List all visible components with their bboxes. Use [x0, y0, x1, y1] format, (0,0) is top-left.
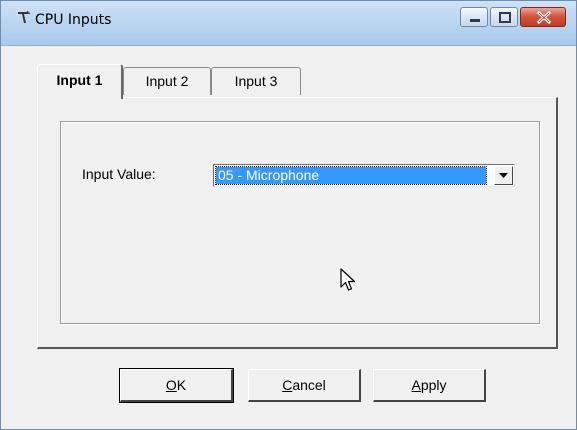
tab-input-2[interactable]: Input 2	[123, 67, 211, 95]
ok-accel: O	[165, 377, 177, 393]
cpu-inputs-dialog: CPU Inputs Input 1 Input 2 Input 3 Input…	[0, 0, 577, 430]
chevron-down-icon	[499, 173, 508, 178]
cancel-accel: C	[282, 377, 293, 393]
close-button[interactable]	[520, 7, 566, 27]
tab-input-1[interactable]: Input 1	[37, 64, 123, 99]
input-value-dropdown[interactable]: 05 - Microphone	[213, 164, 515, 187]
close-icon	[536, 10, 552, 25]
apply-label-rest: pply	[420, 377, 447, 393]
window-title: CPU Inputs	[35, 12, 112, 28]
mouse-cursor-icon	[340, 268, 356, 291]
apply-accel: A	[411, 377, 421, 393]
cancel-button[interactable]: Cancel	[248, 369, 361, 402]
cancel-label-rest: ancel	[292, 377, 326, 393]
ok-button[interactable]: OK	[119, 368, 234, 403]
input-value-selected: 05 - Microphone	[215, 166, 487, 185]
tab-input-3[interactable]: Input 3	[211, 67, 301, 95]
ok-label-rest: K	[176, 377, 187, 393]
apply-button[interactable]: Apply	[373, 369, 486, 402]
title-bar[interactable]: CPU Inputs	[1, 1, 576, 46]
tab-panel-input-1: Input Value: 05 - Microphone	[37, 97, 558, 349]
minimize-icon	[470, 19, 480, 22]
maximize-button[interactable]	[490, 7, 518, 27]
dropdown-button[interactable]	[494, 166, 513, 185]
maximize-icon	[499, 12, 511, 23]
input-group-box	[60, 121, 540, 324]
input-value-label: Input Value:	[82, 166, 156, 182]
app-icon	[15, 9, 33, 27]
minimize-button[interactable]	[460, 7, 488, 27]
